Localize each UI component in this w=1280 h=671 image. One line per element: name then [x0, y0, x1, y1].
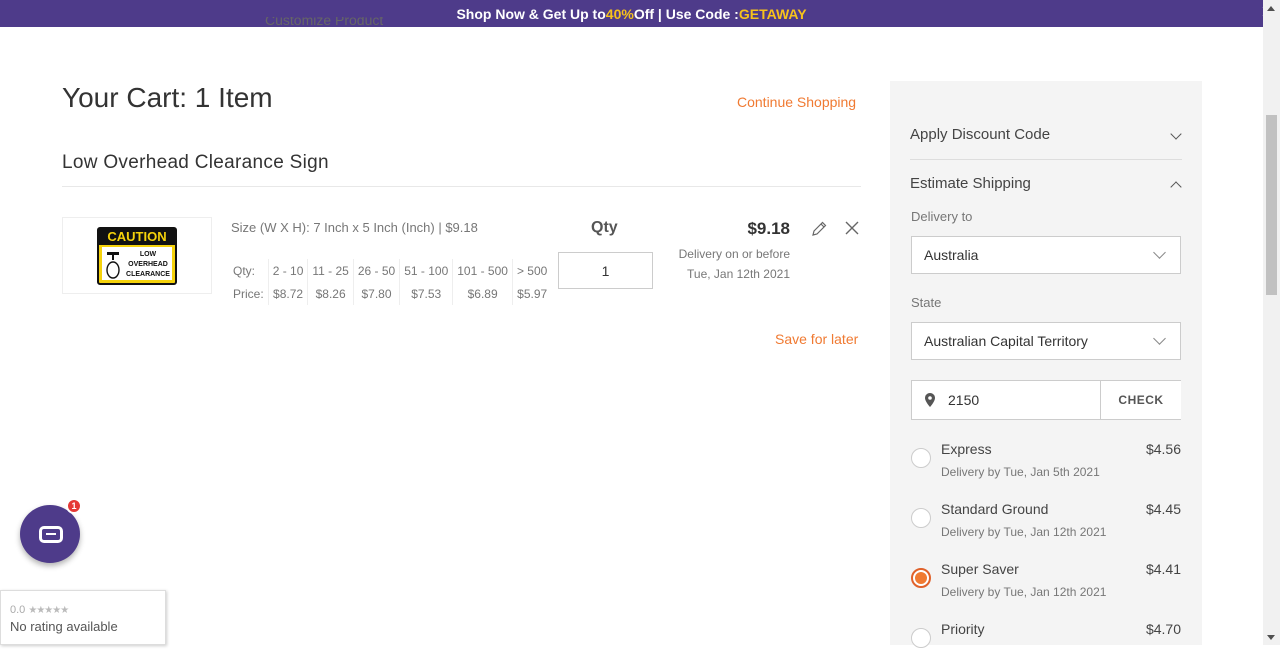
tier-price: $6.89 — [452, 282, 513, 305]
scroll-up-icon[interactable] — [1267, 6, 1275, 11]
option-delivery: Delivery by Tue, Jan 12th 2021 — [941, 525, 1107, 539]
sign-line-1: LOW — [139, 250, 157, 258]
radio-button[interactable] — [911, 448, 931, 468]
chevron-up-icon — [1170, 181, 1182, 193]
country-value: Australia — [924, 247, 979, 263]
customize-product-link[interactable]: Customize Product — [265, 17, 383, 27]
tier-price: $5.97 — [511, 282, 552, 305]
close-icon[interactable] — [844, 220, 860, 236]
promo-code: GETAWAY — [738, 5, 807, 22]
tier-qty: 11 - 25 — [307, 259, 354, 282]
rating-widget[interactable]: 0.0 ★★★★★ No rating available — [0, 590, 166, 645]
tier-qty: > 500 — [511, 259, 552, 282]
tier-qty-label: Qty: — [233, 263, 256, 278]
promo-middle: Off | Use Code : — [633, 5, 739, 22]
caution-sign-image: CAUTION LOW OVERHEAD CLEARANCE — [97, 226, 177, 285]
sign-line-2: OVERHEAD — [128, 260, 168, 268]
check-button[interactable]: CHECK — [1100, 381, 1181, 419]
shipping-option-express[interactable]: Express $4.56 Delivery by Tue, Jan 5th 2… — [911, 441, 1181, 491]
person-head-icon — [106, 251, 120, 279]
delivery-to-label: Delivery to — [911, 209, 973, 224]
table-row: Qty: 2 - 10 11 - 25 26 - 50 51 - 100 101… — [231, 259, 552, 282]
option-delivery: Delivery by Tue, Jan 5th 2021 — [941, 465, 1100, 479]
scrollbar-thumb[interactable] — [1266, 115, 1277, 295]
product-name[interactable]: Low Overhead Clearance Sign — [62, 152, 329, 174]
radio-button[interactable] — [911, 628, 931, 648]
promo-prefix: Shop Now & Get Up to — [456, 5, 606, 22]
tier-qty: 51 - 100 — [399, 259, 453, 282]
radio-button-selected[interactable] — [911, 568, 931, 588]
delivery-estimate: Delivery on or before Tue, Jan 12th 2021 — [650, 244, 790, 284]
shipping-option-priority[interactable]: Priority $4.70 — [911, 621, 1181, 671]
save-for-later-link[interactable]: Save for later — [775, 331, 858, 347]
cart-title: Your Cart: 1 Item — [62, 82, 273, 113]
product-thumbnail[interactable]: CAUTION LOW OVERHEAD CLEARANCE — [62, 217, 212, 294]
option-name: Express — [941, 441, 992, 457]
tier-pricing-table: Qty: 2 - 10 11 - 25 26 - 50 51 - 100 101… — [231, 259, 552, 305]
state-value: Australian Capital Territory — [924, 333, 1088, 349]
option-price: $4.70 — [1145, 621, 1181, 637]
zip-input[interactable] — [948, 381, 1098, 419]
table-row: Price: $8.72 $8.26 $7.80 $7.53 $6.89 $5.… — [231, 282, 552, 305]
tier-price: $8.72 — [267, 282, 308, 305]
option-price: $4.56 — [1145, 441, 1181, 457]
chevron-down-icon — [1170, 128, 1182, 140]
divider — [62, 186, 861, 187]
state-label: State — [911, 295, 942, 310]
chevron-down-icon — [1153, 332, 1166, 345]
promo-banner: Shop Now & Get Up to 40% Off | Use Code … — [0, 0, 1263, 27]
tier-qty: 2 - 10 — [267, 259, 308, 282]
chevron-down-icon — [1153, 246, 1166, 259]
continue-shopping-link[interactable]: Continue Shopping — [737, 94, 856, 110]
option-price: $4.45 — [1145, 501, 1181, 517]
state-select[interactable]: Australian Capital Territory — [911, 322, 1181, 360]
shipping-option-super-saver[interactable]: Super Saver $4.41 Delivery by Tue, Jan 1… — [911, 561, 1181, 611]
sign-line-3: CLEARANCE — [126, 270, 170, 278]
country-select[interactable]: Australia — [911, 236, 1181, 274]
tier-price: $7.53 — [399, 282, 453, 305]
tier-price-label: Price: — [233, 286, 264, 301]
delivery-line-2: Tue, Jan 12th 2021 — [687, 267, 790, 281]
location-pin-icon — [925, 393, 935, 407]
order-summary-panel: Apply Discount Code Estimate Shipping De… — [890, 81, 1202, 648]
delivery-line-1: Delivery on or before — [678, 247, 790, 261]
tier-price: $8.26 — [307, 282, 354, 305]
size-info: Size (W X H): 7 Inch x 5 Inch (Inch) | $… — [231, 220, 478, 235]
divider — [910, 159, 1182, 160]
pencil-icon[interactable] — [810, 220, 828, 238]
tier-qty: 101 - 500 — [452, 259, 513, 282]
tier-price: $7.80 — [352, 282, 400, 305]
shipping-option-standard-ground[interactable]: Standard Ground $4.45 Delivery by Tue, J… — [911, 501, 1181, 551]
rating-note: No rating available — [10, 619, 118, 634]
discount-label: Apply Discount Code — [910, 126, 1051, 143]
zip-field: CHECK — [911, 380, 1181, 420]
qty-header: Qty — [591, 219, 618, 236]
radio-button[interactable] — [911, 508, 931, 528]
page-scrollbar[interactable] — [1263, 0, 1280, 645]
option-name: Standard Ground — [941, 501, 1049, 517]
promo-percent: 40% — [605, 5, 634, 22]
chat-badge: 1 — [66, 498, 82, 514]
shipping-label: Estimate Shipping — [910, 175, 1031, 192]
rating-score: 0.0 ★★★★★ — [10, 604, 69, 616]
option-price: $4.41 — [1145, 561, 1181, 577]
apply-discount-toggle[interactable]: Apply Discount Code — [910, 126, 1182, 143]
option-delivery: Delivery by Tue, Jan 12th 2021 — [941, 585, 1107, 599]
option-name: Priority — [941, 621, 985, 637]
tier-qty: 26 - 50 — [352, 259, 400, 282]
estimate-shipping-toggle[interactable]: Estimate Shipping — [910, 175, 1182, 193]
sign-header: CAUTION — [99, 228, 175, 245]
chat-icon-line — [46, 533, 56, 535]
scroll-down-icon[interactable] — [1267, 635, 1275, 640]
quantity-input[interactable] — [558, 252, 653, 289]
option-name: Super Saver — [941, 561, 1019, 577]
item-price: $9.18 — [747, 219, 790, 238]
stars-icon: ★★★★★ — [28, 605, 69, 616]
